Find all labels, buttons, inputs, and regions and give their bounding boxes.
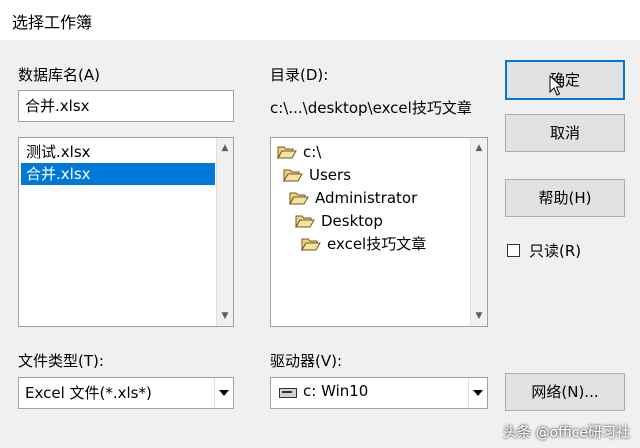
dir-item-users[interactable]: Users <box>283 164 351 186</box>
filetype-dropdown-button[interactable] <box>214 378 233 408</box>
dir-item-administrator[interactable]: Administrator <box>289 187 417 209</box>
dir-item-label: Desktop <box>321 212 383 230</box>
drive-label: 驱动器(V): <box>270 352 343 370</box>
scroll-up-icon[interactable]: ▲ <box>471 140 487 156</box>
drive-select[interactable]: c: Win10 <box>270 377 488 409</box>
drive-icon <box>279 388 297 398</box>
folder-open-icon <box>277 146 297 159</box>
drive-dropdown-button[interactable] <box>468 378 487 408</box>
folder-open-icon <box>289 192 309 205</box>
directory-scrollbar[interactable]: ▲ ▼ <box>470 138 487 326</box>
window-title: 选择工作簿 <box>12 13 93 32</box>
database-name-label: 数据库名(A) <box>18 66 100 84</box>
filename-input[interactable]: 合并.xlsx <box>18 90 234 122</box>
filetype-value: Excel 文件(*.xls*) <box>25 384 152 402</box>
folder-open-icon <box>283 169 303 182</box>
mouse-cursor-icon <box>549 75 563 96</box>
filetype-select[interactable]: Excel 文件(*.xls*) <box>18 377 234 409</box>
network-button[interactable]: 网络(N)... <box>505 373 625 411</box>
filetype-label: 文件类型(T): <box>18 352 104 370</box>
directory-label: 目录(D): <box>270 66 329 84</box>
readonly-label: 只读(R) <box>529 242 582 260</box>
ok-button[interactable]: 确定 <box>505 60 625 100</box>
watermark: 头条 @office研习社 <box>503 425 630 441</box>
dir-item-label: Users <box>309 166 352 184</box>
folder-open-icon <box>301 238 321 251</box>
chevron-down-icon <box>473 390 483 396</box>
dir-item-excel[interactable]: excel技巧文章 <box>301 233 426 255</box>
scroll-down-icon[interactable]: ▼ <box>471 308 487 324</box>
current-path: c:\...\desktop\excel技巧文章 <box>270 99 472 117</box>
dir-item-desktop[interactable]: Desktop <box>295 210 383 232</box>
file-list-item[interactable]: 测试.xlsx <box>21 141 215 163</box>
file-list[interactable]: 测试.xlsx 合并.xlsx ▲ ▼ <box>18 137 234 327</box>
scroll-up-icon[interactable]: ▲ <box>217 140 233 156</box>
directory-tree[interactable]: c:\ Users Administrator Desktop excel技巧文… <box>270 137 488 327</box>
readonly-checkbox[interactable] <box>507 244 520 257</box>
dir-item-c[interactable]: c:\ <box>277 141 321 163</box>
dir-item-label: excel技巧文章 <box>327 235 427 253</box>
title-bar: 选择工作簿 <box>0 0 640 40</box>
dir-item-label: c:\ <box>303 143 322 161</box>
dir-item-label: Administrator <box>315 189 418 207</box>
file-list-scrollbar[interactable]: ▲ ▼ <box>216 138 233 326</box>
folder-open-icon <box>295 215 315 228</box>
file-list-item-selected[interactable]: 合并.xlsx <box>21 163 215 185</box>
help-button[interactable]: 帮助(H) <box>505 179 625 217</box>
drive-value: c: Win10 <box>303 382 369 400</box>
chevron-down-icon <box>219 390 229 396</box>
scroll-down-icon[interactable]: ▼ <box>217 308 233 324</box>
cancel-button[interactable]: 取消 <box>505 114 625 152</box>
